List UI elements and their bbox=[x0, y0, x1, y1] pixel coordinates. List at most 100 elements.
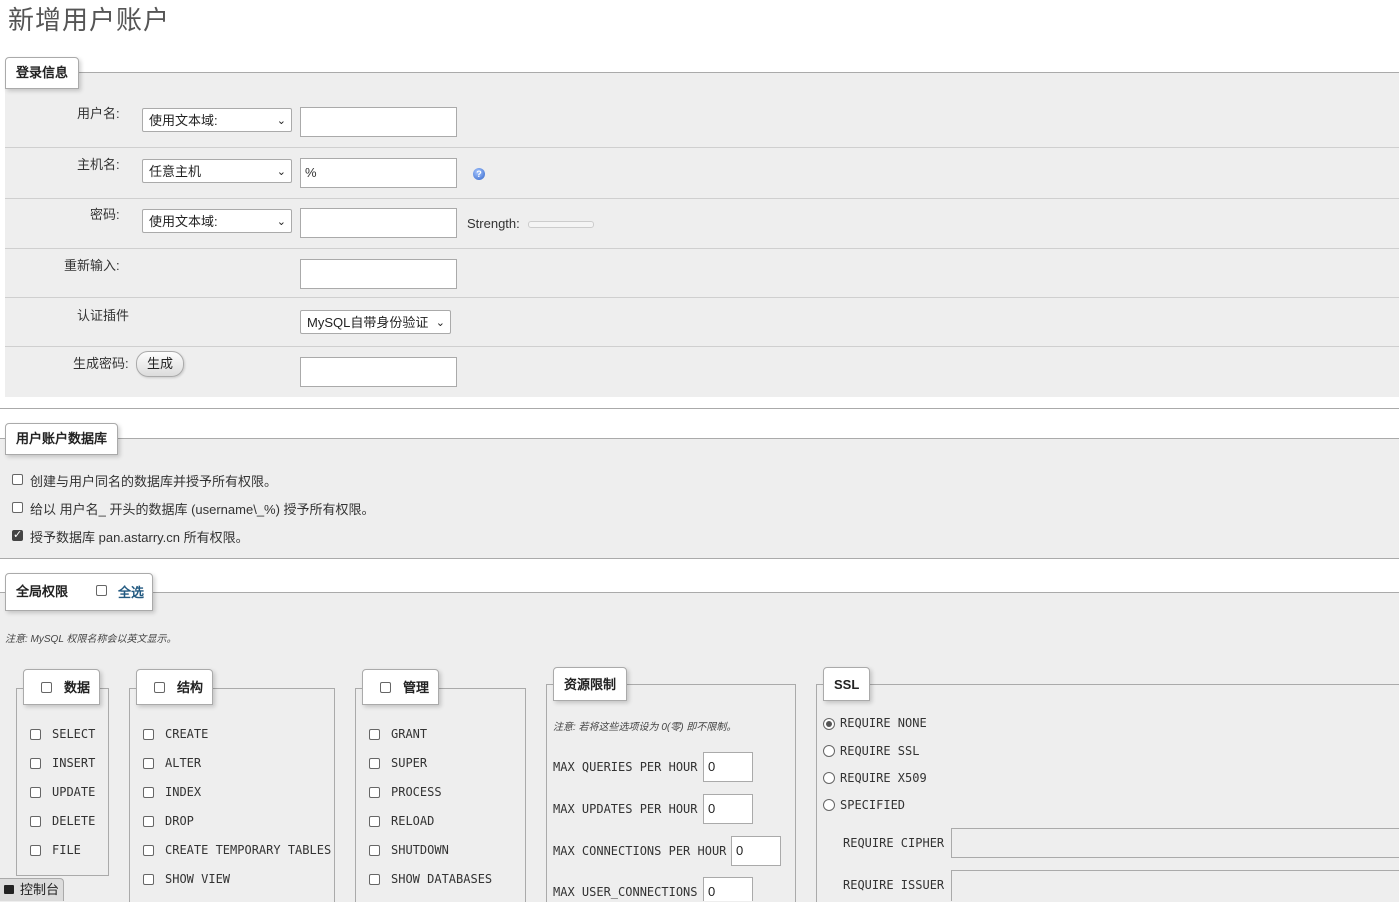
global-privileges-title: 全局权限 bbox=[16, 584, 69, 599]
alter-label: ALTER bbox=[165, 756, 202, 770]
auth-plugin-select[interactable]: MySQL自带身份验证 ⌄ bbox=[300, 310, 451, 334]
structure-privileges-group bbox=[129, 688, 335, 902]
show-view-checkbox[interactable] bbox=[143, 874, 154, 885]
password-input[interactable] bbox=[300, 208, 457, 238]
max-queries-label: MAX QUERIES PER HOUR bbox=[553, 760, 698, 774]
specified-label: SPECIFIED bbox=[840, 798, 906, 812]
create-checkbox[interactable] bbox=[143, 729, 154, 740]
max-connections-label: MAX CONNECTIONS PER HOUR bbox=[553, 844, 727, 858]
max-user-connections-input[interactable]: 0 bbox=[703, 877, 753, 901]
divider bbox=[5, 346, 1399, 347]
show-databases-label: SHOW DATABASES bbox=[391, 872, 493, 886]
grant-wildcard-db-checkbox[interactable] bbox=[12, 502, 23, 513]
max-queries-input[interactable]: 0 bbox=[703, 752, 753, 782]
admin-group-checkbox[interactable] bbox=[380, 682, 391, 693]
process-label: PROCESS bbox=[391, 785, 442, 799]
reload-checkbox[interactable] bbox=[369, 816, 380, 827]
resource-limits-legend: 资源限制 bbox=[553, 667, 628, 701]
console-toggle[interactable]: 控制台 bbox=[0, 878, 64, 901]
grant-current-db-checkbox[interactable] bbox=[12, 528, 23, 541]
require-none-label: REQUIRE NONE bbox=[840, 716, 927, 730]
require-x509-radio[interactable] bbox=[823, 772, 835, 784]
delete-checkbox[interactable] bbox=[30, 816, 41, 827]
auth-plugin-label: 认证插件 bbox=[77, 308, 130, 323]
select-all-checkbox[interactable] bbox=[96, 585, 107, 596]
structure-group-legend: 结构 bbox=[136, 669, 213, 705]
shutdown-label: SHUTDOWN bbox=[391, 843, 449, 857]
resource-limits-group bbox=[546, 684, 796, 902]
help-icon[interactable]: ? bbox=[473, 168, 485, 180]
username-input[interactable] bbox=[300, 107, 457, 137]
password-strength-meter bbox=[528, 221, 594, 228]
hostname-input[interactable]: % bbox=[300, 158, 457, 188]
max-updates-input[interactable]: 0 bbox=[703, 794, 753, 824]
hostname-label: 主机名: bbox=[77, 157, 120, 172]
admin-group-title: 管理 bbox=[403, 680, 430, 695]
structure-group-checkbox[interactable] bbox=[154, 682, 165, 693]
specified-radio[interactable] bbox=[823, 799, 835, 811]
drop-checkbox[interactable] bbox=[143, 816, 154, 827]
super-checkbox[interactable] bbox=[369, 758, 380, 769]
index-label: INDEX bbox=[165, 785, 202, 799]
username-type-value: 使用文本域: bbox=[149, 113, 218, 128]
update-checkbox[interactable] bbox=[30, 787, 41, 798]
file-label: FILE bbox=[52, 843, 81, 857]
admin-group-legend: 管理 bbox=[362, 669, 439, 705]
select-checkbox[interactable] bbox=[30, 729, 41, 740]
password-type-value: 使用文本域: bbox=[149, 214, 218, 229]
hostname-type-value: 任意主机 bbox=[149, 164, 202, 179]
select-all-label[interactable]: 全选 bbox=[118, 582, 144, 601]
reenter-label: 重新输入: bbox=[64, 258, 120, 273]
create-temporary-tables-checkbox[interactable] bbox=[143, 845, 154, 856]
insert-checkbox[interactable] bbox=[30, 758, 41, 769]
process-checkbox[interactable] bbox=[369, 787, 380, 798]
reenter-password-input[interactable] bbox=[300, 259, 457, 289]
create-label: CREATE bbox=[165, 727, 209, 741]
chevron-down-icon: ⌄ bbox=[276, 216, 286, 228]
console-icon bbox=[4, 885, 14, 894]
page-title: 新增用户账户 bbox=[8, 5, 171, 35]
database-legend: 用户账户数据库 bbox=[5, 423, 119, 455]
login-legend: 登录信息 bbox=[5, 57, 80, 89]
password-type-select[interactable]: 使用文本域: ⌄ bbox=[142, 209, 292, 233]
generated-password-input[interactable] bbox=[300, 357, 457, 387]
data-group-checkbox[interactable] bbox=[41, 682, 52, 693]
create-temporary-tables-label: CREATE TEMPORARY TABLES bbox=[165, 843, 332, 857]
divider bbox=[5, 248, 1399, 249]
max-connections-input[interactable]: 0 bbox=[731, 836, 781, 866]
grant-checkbox[interactable] bbox=[369, 729, 380, 740]
chevron-down-icon: ⌄ bbox=[276, 115, 286, 127]
data-group-title: 数据 bbox=[64, 680, 91, 695]
username-label: 用户名: bbox=[77, 106, 120, 121]
resource-limits-note: 注意: 若将这些选项设为 0(零) 即不限制。 bbox=[553, 722, 737, 733]
generate-password-button[interactable]: 生成 bbox=[136, 351, 185, 377]
index-checkbox[interactable] bbox=[143, 787, 154, 798]
alter-checkbox[interactable] bbox=[143, 758, 154, 769]
chevron-down-icon: ⌄ bbox=[276, 166, 286, 178]
username-type-select[interactable]: 使用文本域: ⌄ bbox=[142, 108, 292, 132]
require-ssl-label: REQUIRE SSL bbox=[840, 744, 920, 758]
super-label: SUPER bbox=[391, 756, 428, 770]
file-checkbox[interactable] bbox=[30, 845, 41, 856]
require-ssl-radio[interactable] bbox=[823, 745, 835, 757]
chevron-down-icon: ⌄ bbox=[435, 317, 445, 329]
auth-plugin-value: MySQL自带身份验证 bbox=[307, 315, 429, 330]
hostname-type-select[interactable]: 任意主机 ⌄ bbox=[142, 159, 292, 183]
require-cipher-label: REQUIRE CIPHER bbox=[843, 836, 945, 850]
global-privileges-note: 注意: MySQL 权限名称会以英文显示。 bbox=[5, 634, 177, 645]
require-issuer-input[interactable] bbox=[951, 870, 1399, 901]
insert-label: INSERT bbox=[52, 756, 96, 770]
drop-label: DROP bbox=[165, 814, 194, 828]
select-label: SELECT bbox=[52, 727, 96, 741]
generate-password-label: 生成密码: bbox=[73, 356, 129, 371]
divider bbox=[5, 297, 1399, 298]
create-same-name-db-checkbox[interactable] bbox=[12, 474, 23, 485]
require-cipher-input[interactable] bbox=[951, 828, 1399, 858]
show-databases-checkbox[interactable] bbox=[369, 874, 380, 885]
grant-current-db-label: 授予数据库 pan.astarry.cn 所有权限。 bbox=[30, 530, 249, 545]
shutdown-checkbox[interactable] bbox=[369, 845, 380, 856]
require-none-radio[interactable] bbox=[823, 718, 835, 730]
strength-label: Strength: bbox=[467, 216, 520, 231]
require-x509-label: REQUIRE X509 bbox=[840, 771, 927, 785]
data-group-legend: 数据 bbox=[23, 669, 100, 705]
